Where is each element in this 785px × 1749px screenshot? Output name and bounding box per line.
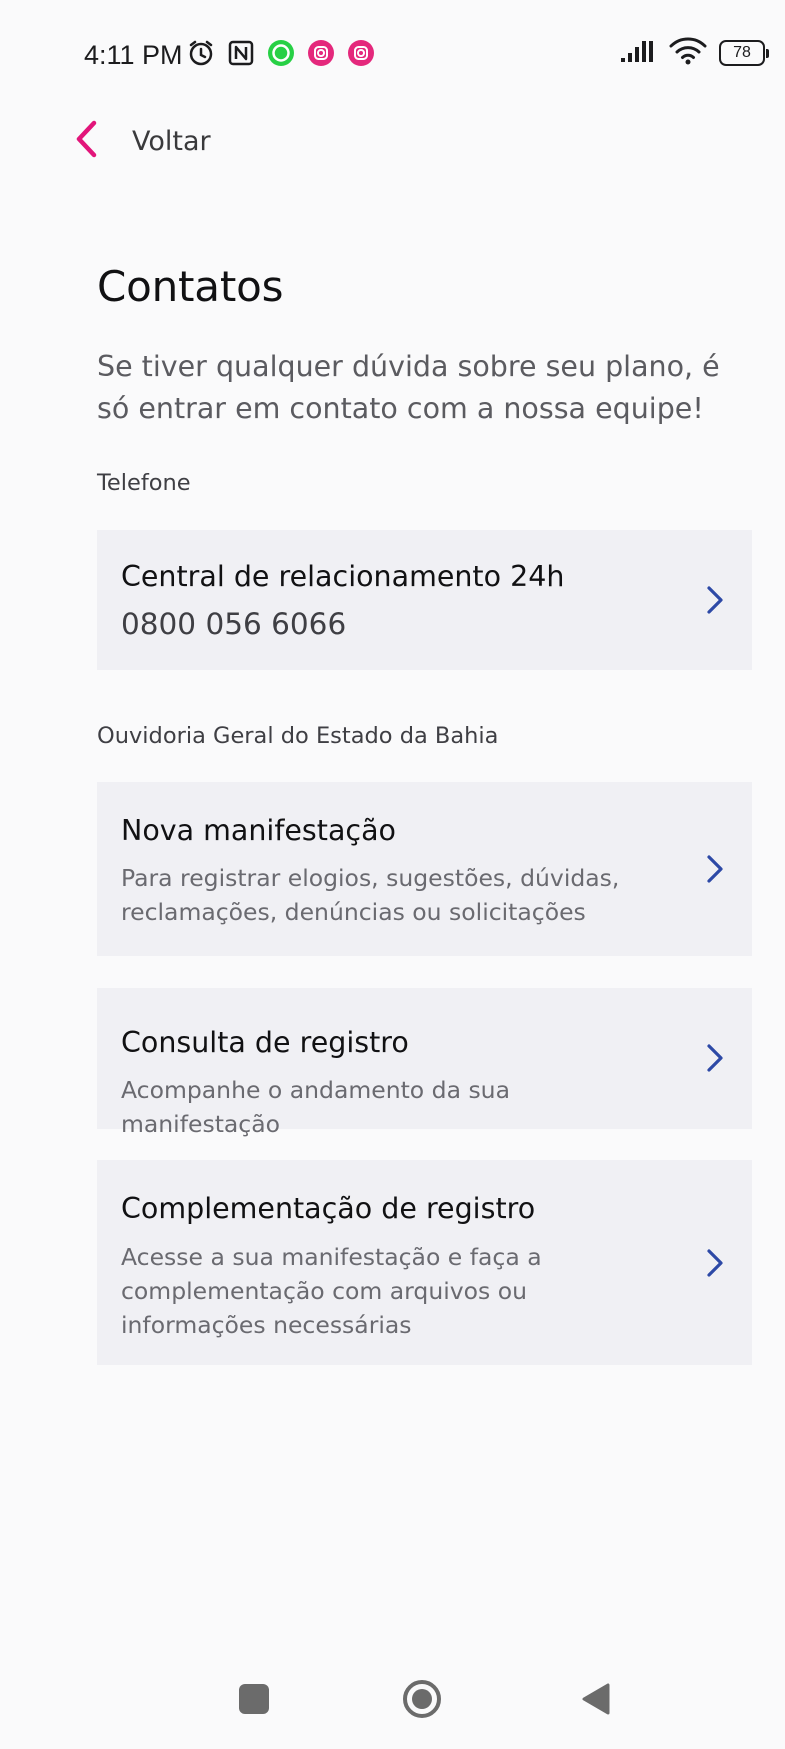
system-icons: 78	[619, 36, 769, 70]
section-label-ouvidoria: Ouvidoria Geral do Estado da Bahia	[97, 723, 499, 749]
card-nova-manifestacao[interactable]: Nova manifestação Para registrar elogios…	[97, 782, 752, 956]
card-consulta-registro[interactable]: Consulta de registro Acompanhe o andamen…	[97, 988, 752, 1138]
back-button[interactable]: Voltar	[74, 116, 211, 166]
recent-apps-icon[interactable]	[239, 1684, 269, 1714]
instagram-icon	[306, 38, 336, 68]
system-nav-bar	[0, 1660, 785, 1749]
status-bar: 4:11 PM 78	[0, 0, 785, 100]
notification-icons	[186, 38, 376, 68]
card-description: Acompanhe o andamento da sua manifestaçã…	[121, 1076, 510, 1138]
instagram-icon	[346, 38, 376, 68]
wifi-icon	[669, 36, 707, 70]
card-complementacao-registro[interactable]: Complementação de registro Acesse a sua …	[97, 1160, 752, 1365]
contact-card-central[interactable]: Central de relacionamento 24h 0800 056 6…	[97, 530, 752, 670]
nfc-icon	[226, 38, 256, 68]
alarm-icon	[186, 38, 216, 68]
phone-number: 0800 056 6066	[121, 607, 347, 641]
card-title: Nova manifestação	[121, 814, 396, 847]
back-label: Voltar	[132, 125, 211, 157]
chevron-right-icon	[707, 1249, 723, 1277]
chevron-right-icon	[707, 586, 723, 614]
contacts-screen: 4:11 PM 78 Voltar Contatos Se tiver qual…	[0, 0, 785, 1749]
whatsapp-icon	[266, 38, 296, 68]
status-time: 4:11 PM	[84, 40, 183, 70]
card-title: Central de relacionamento 24h	[121, 560, 565, 593]
battery-icon: 78	[719, 40, 769, 66]
page-subtitle: Se tiver qualquer dúvida sobre seu plano…	[97, 350, 720, 425]
card-title: Complementação de registro	[121, 1192, 536, 1225]
chevron-right-icon	[707, 855, 723, 883]
card-title: Consulta de registro	[121, 1026, 409, 1059]
section-label-telefone: Telefone	[97, 470, 191, 496]
chevron-left-icon	[74, 119, 98, 163]
signal-icon	[619, 38, 657, 68]
card-description: Acesse a sua manifestação e faça a compl…	[121, 1243, 542, 1339]
page-title: Contatos	[97, 262, 284, 311]
back-triangle-icon[interactable]	[581, 1682, 611, 1716]
chevron-right-icon	[707, 1044, 723, 1072]
card-description: Para registrar elogios, sugestões, dúvid…	[121, 864, 620, 926]
home-icon[interactable]	[403, 1680, 441, 1718]
